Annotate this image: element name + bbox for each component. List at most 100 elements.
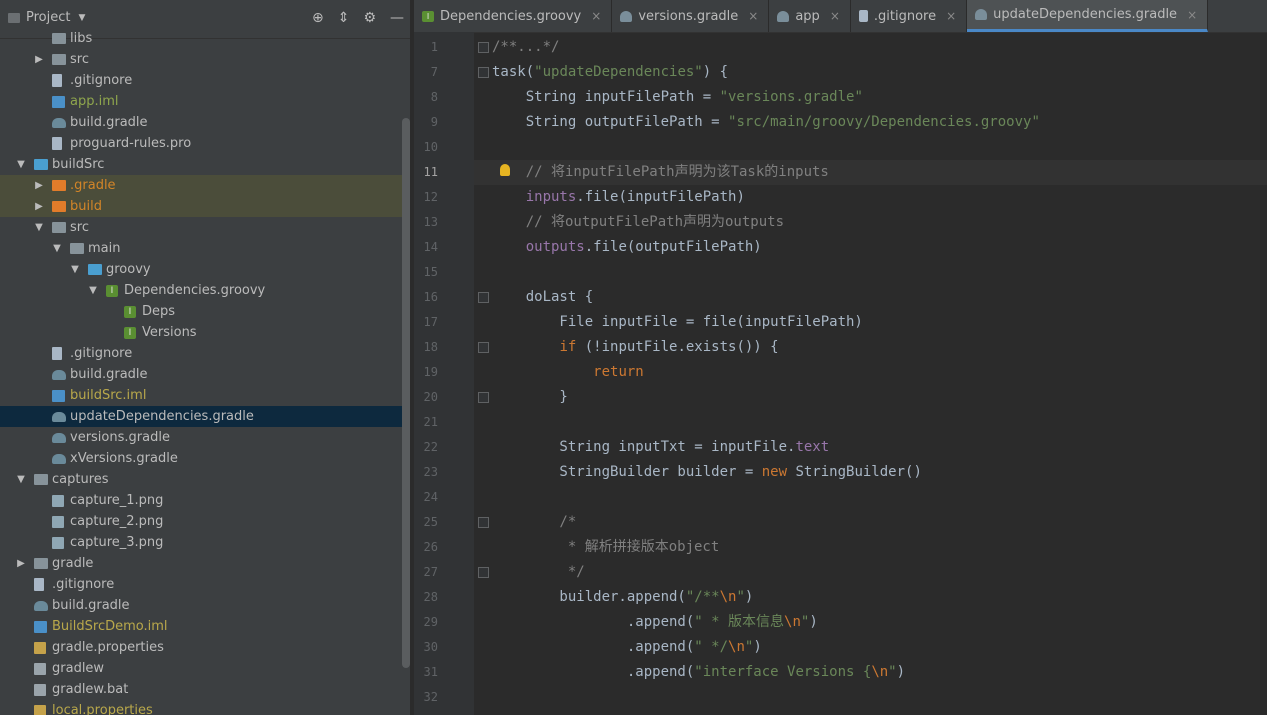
folder-icon — [52, 33, 66, 44]
tree-item[interactable]: ▶ gradle — [0, 553, 410, 574]
gradle-icon — [52, 412, 66, 422]
close-icon[interactable]: × — [1187, 8, 1197, 22]
tree-item-label: local.properties — [52, 703, 153, 715]
editor-tab[interactable]: .gitignore × — [851, 0, 968, 32]
tree-item[interactable]: ▼ groovy — [0, 259, 410, 280]
tree-item[interactable]: BuildSrcDemo.iml — [0, 616, 410, 637]
chevron-down-icon[interactable]: ▼ — [16, 469, 26, 490]
line-number: 8 — [430, 90, 438, 104]
tree-item[interactable]: .gitignore — [0, 574, 410, 595]
tree-item[interactable]: ▼ I Dependencies.groovy — [0, 280, 410, 301]
tree-item[interactable]: xVersions.gradle — [0, 448, 410, 469]
tree-item[interactable]: ▼ src — [0, 217, 410, 238]
code-line: StringBuilder builder = new StringBuilde… — [492, 460, 921, 485]
line-number: 22 — [423, 440, 438, 454]
gradle-icon — [52, 454, 66, 464]
project-view-selector[interactable]: Project ▼ — [8, 10, 85, 25]
tree-item[interactable]: build.gradle — [0, 112, 410, 133]
code-token: StringBuilder builder = — [492, 464, 762, 480]
tree-item[interactable]: gradle.properties — [0, 637, 410, 658]
gear-icon[interactable]: ⚙ — [363, 10, 376, 26]
tree-item[interactable]: ▶ build — [0, 196, 410, 217]
close-icon[interactable]: × — [748, 9, 758, 23]
tree-item[interactable]: capture_1.png — [0, 490, 410, 511]
tree-item-label: build.gradle — [70, 115, 148, 130]
code-token: doLast { — [492, 289, 594, 305]
expand-fold-icon[interactable] — [478, 42, 489, 53]
tree-item[interactable]: updateDependencies.gradle — [0, 406, 410, 427]
tree-item-label: build.gradle — [52, 598, 130, 613]
chevron-right-icon[interactable]: ▶ — [34, 49, 44, 70]
collapse-fold-icon[interactable] — [478, 67, 489, 78]
code-line: outputs.file(outputFilePath) — [492, 235, 762, 260]
collapse-fold-icon[interactable] — [478, 517, 489, 528]
tree-item[interactable]: build.gradle — [0, 364, 410, 385]
tree-item-label: captures — [52, 472, 109, 487]
code-token: "interface Versions { — [694, 664, 872, 680]
tree-item[interactable]: proguard-rules.pro — [0, 133, 410, 154]
target-icon[interactable]: ⊕ — [312, 10, 324, 26]
editor-tab[interactable]: I Dependencies.groovy × — [414, 0, 613, 32]
collapse-icon[interactable]: ⇕ — [338, 10, 350, 26]
close-icon[interactable]: × — [830, 9, 840, 23]
tab-label: app — [795, 8, 820, 24]
tree-item[interactable]: app.iml — [0, 91, 410, 112]
tree-item[interactable]: ▶ src — [0, 49, 410, 70]
close-icon[interactable]: × — [591, 9, 601, 23]
tree-item-label: capture_2.png — [70, 514, 164, 529]
chevron-down-icon[interactable]: ▼ — [70, 259, 80, 280]
chevron-right-icon[interactable]: ▶ — [34, 196, 44, 217]
project-tree: libs ▶ src .gitignore app.iml build.gradle pro… — [0, 28, 410, 715]
tree-item[interactable]: buildSrc.iml — [0, 385, 410, 406]
chevron-right-icon[interactable]: ▶ — [16, 553, 26, 574]
chevron-down-icon[interactable]: ▼ — [34, 217, 44, 238]
code-line: File inputFile = file(inputFilePath) — [492, 310, 862, 335]
chevron-down-icon[interactable]: ▼ — [52, 238, 62, 259]
code-token: \n — [784, 614, 801, 630]
tree-item[interactable]: gradlew — [0, 658, 410, 679]
code-token: ) — [744, 589, 754, 605]
collapse-fold-icon[interactable] — [478, 567, 489, 578]
code-token: "/** — [685, 589, 720, 605]
line-number: 14 — [423, 240, 438, 254]
editor-tab[interactable]: app × — [769, 0, 851, 32]
tree-item[interactable]: .gitignore — [0, 70, 410, 91]
chevron-down-icon[interactable]: ▼ — [88, 280, 98, 301]
tree-item[interactable]: I Deps — [0, 301, 410, 322]
code-token: String inputFilePath = — [492, 89, 720, 105]
collapse-fold-icon[interactable] — [478, 342, 489, 353]
tree-item[interactable]: ▼ buildSrc — [0, 154, 410, 175]
editor-tab[interactable]: versions.gradle × — [612, 0, 770, 32]
line-number: 16 — [423, 290, 438, 304]
code-line: } — [492, 385, 567, 410]
code-token: String inputTxt = inputFile. — [492, 439, 796, 455]
tree-item[interactable]: .gitignore — [0, 343, 410, 364]
editor-tab[interactable]: updateDependencies.gradle × — [967, 0, 1209, 32]
tree-item[interactable]: I Versions — [0, 322, 410, 343]
tree-item[interactable]: local.properties — [0, 700, 410, 715]
groovy-class-icon: I — [124, 327, 136, 339]
tree-item[interactable]: gradlew.bat — [0, 679, 410, 700]
tree-item[interactable]: ▶ .gradle — [0, 175, 410, 196]
code-line: .append(" */\n") — [492, 635, 762, 660]
tree-item[interactable]: capture_2.png — [0, 511, 410, 532]
collapse-fold-icon[interactable] — [478, 292, 489, 303]
chevron-down-icon: ▼ — [78, 12, 86, 23]
close-icon[interactable]: × — [946, 9, 956, 23]
tree-item[interactable]: ▼ main — [0, 238, 410, 259]
tree-item[interactable]: capture_3.png — [0, 532, 410, 553]
tree-item[interactable]: ▼ captures — [0, 469, 410, 490]
line-number: 10 — [423, 140, 438, 154]
tree-item-label: gradle — [52, 556, 94, 571]
tree-item[interactable]: libs — [0, 28, 410, 49]
line-number: 19 — [423, 365, 438, 379]
gradle-icon — [52, 370, 66, 380]
scrollbar[interactable] — [402, 118, 410, 668]
tree-item[interactable]: versions.gradle — [0, 427, 410, 448]
collapse-fold-icon[interactable] — [478, 392, 489, 403]
tree-item-label: .gitignore — [52, 577, 115, 592]
minimize-icon[interactable]: — — [390, 10, 404, 26]
chevron-down-icon[interactable]: ▼ — [16, 154, 26, 175]
tree-item[interactable]: build.gradle — [0, 595, 410, 616]
chevron-right-icon[interactable]: ▶ — [34, 175, 44, 196]
